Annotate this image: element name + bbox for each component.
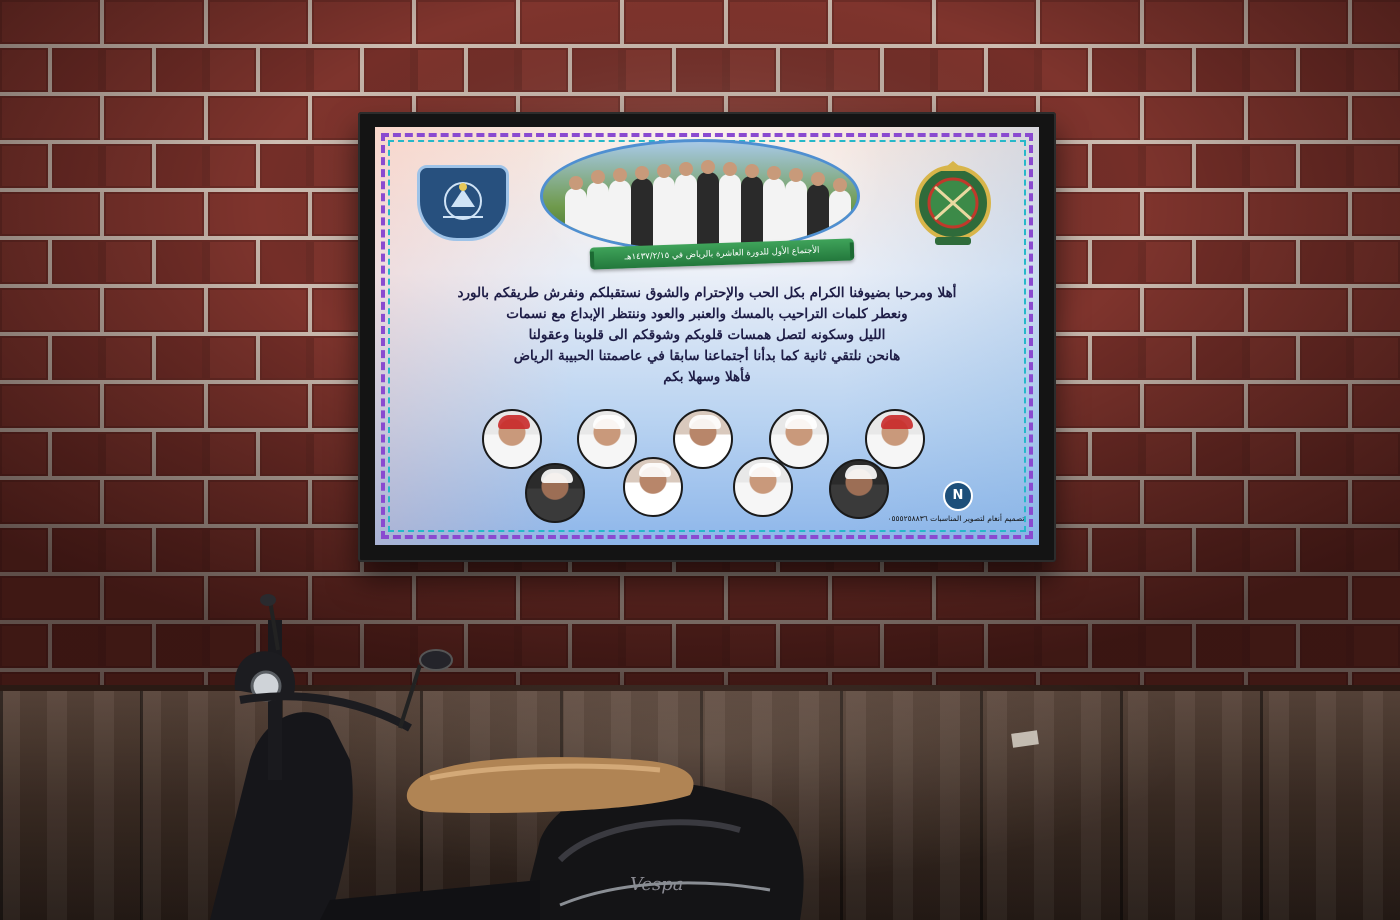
message-line: الليل وسكونه لتصل همسات قلوبكم وشوقكم ال…	[528, 327, 886, 343]
portrait-photo	[577, 409, 637, 469]
fence-light	[0, 685, 1400, 920]
portrait-photo	[865, 409, 925, 469]
group-photo	[540, 139, 860, 253]
designer-logo-icon: N	[943, 481, 973, 511]
portrait-photo	[829, 459, 889, 519]
person-figure	[609, 168, 631, 250]
person-figure	[587, 170, 609, 250]
message-line: ونعطر كلمات التراحيب بالمسك والعنبر والع…	[506, 306, 908, 322]
portrait-photo	[623, 457, 683, 517]
message-line: أهلا ومرحبا بضيوفنا الكرام بكل الحب والإ…	[457, 285, 957, 301]
person-figure	[697, 160, 719, 250]
portrait-photo	[482, 409, 542, 469]
person-figure	[653, 164, 675, 250]
designer-credit: تصميم أنغام لتصوير المناسبات ٠٥٥٥٢٥٨٨٣٦	[887, 514, 1025, 523]
message-line: فأهلا وسهلا بكم	[663, 369, 751, 385]
portrait-photo	[673, 409, 733, 469]
person-figure	[719, 162, 741, 250]
portrait-photo	[733, 457, 793, 517]
welcome-message: أهلا ومرحبا بضيوفنا الكرام بكل الحب والإ…	[399, 283, 1015, 388]
portrait-photo	[525, 463, 585, 523]
person-figure	[631, 166, 653, 250]
right-emblem-icon	[905, 153, 1001, 249]
left-emblem-icon	[417, 165, 509, 241]
welcome-poster: الأجتماع الأول للدورة العاشرة بالرياض في…	[375, 127, 1039, 545]
person-figure	[565, 176, 587, 250]
person-figure	[675, 162, 697, 250]
portrait-photo	[769, 409, 829, 469]
message-line: هانحن نلتقي ثانية كما بدأنا أجتماعنا ساب…	[513, 348, 901, 364]
